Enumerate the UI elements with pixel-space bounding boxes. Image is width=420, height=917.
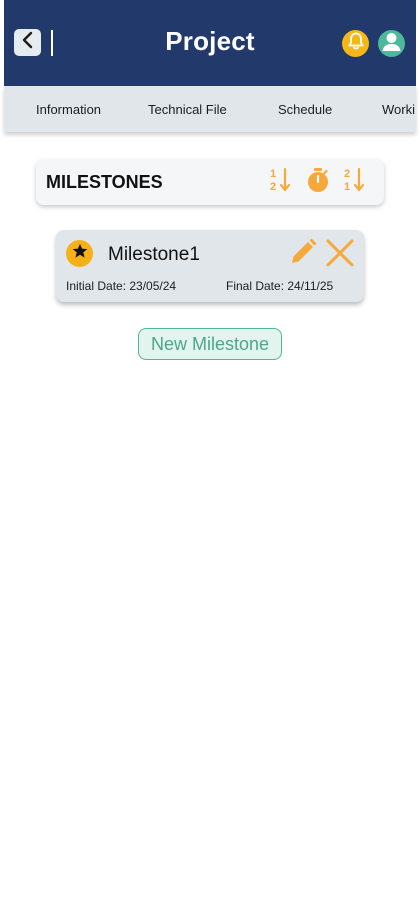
- milestone-initial-date: Initial Date: 23/05/24: [66, 279, 177, 293]
- sort-ascending-button[interactable]: 1 2: [268, 166, 294, 199]
- sort-ascending-icon: 1 2: [268, 166, 294, 199]
- svg-text:1: 1: [344, 181, 350, 193]
- tab-schedule[interactable]: Schedule: [278, 102, 332, 117]
- profile-button[interactable]: [378, 30, 405, 57]
- svg-text:2: 2: [270, 181, 276, 193]
- milestones-title: MILESTONES: [46, 172, 163, 192]
- pencil-icon: [288, 237, 318, 272]
- edit-milestone-button[interactable]: [288, 237, 318, 272]
- svg-text:2: 2: [344, 168, 350, 180]
- new-milestone-button[interactable]: New Milestone: [138, 328, 282, 360]
- milestone-final-date: Final Date: 24/11/25: [226, 279, 334, 293]
- sort-descending-icon: 2 1: [342, 166, 368, 199]
- tab-technical-file[interactable]: Technical File: [148, 102, 227, 117]
- delete-milestone-button[interactable]: [324, 239, 356, 271]
- timer-button[interactable]: [305, 166, 331, 199]
- close-icon: [324, 237, 356, 274]
- app-screen: Project Information Technical File Sched…: [0, 0, 420, 917]
- tab-bar: Information Technical File Schedule Work…: [4, 86, 416, 132]
- tab-information[interactable]: Information: [36, 102, 101, 117]
- tab-working[interactable]: Worki: [382, 102, 415, 117]
- top-header: Project: [4, 0, 416, 86]
- sort-descending-button[interactable]: 2 1: [342, 166, 368, 199]
- milestone-badge: [66, 240, 93, 267]
- milestone-name: Milestone1: [108, 244, 200, 265]
- user-icon: [378, 30, 405, 57]
- bell-icon: [347, 31, 365, 56]
- milestones-panel-header: MILESTONES 1 2 2 1: [36, 159, 384, 205]
- svg-text:1: 1: [270, 168, 276, 180]
- timer-icon: [305, 166, 331, 199]
- star-icon: [71, 242, 89, 265]
- milestone-card[interactable]: Milestone1 Initial Date: 23/05/24 Final …: [56, 230, 364, 302]
- notifications-button[interactable]: [342, 30, 369, 57]
